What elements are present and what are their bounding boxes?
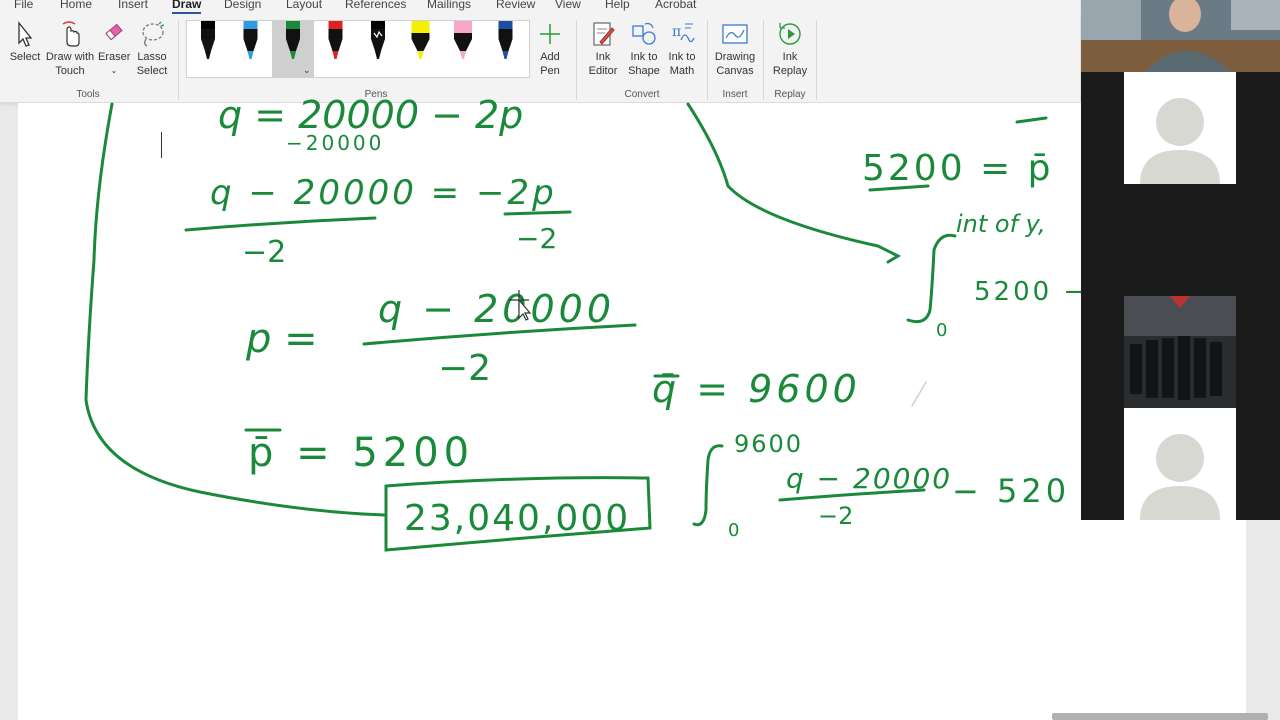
participant-avatar-tile-1[interactable] <box>1124 72 1236 184</box>
ink-eq-3-num: q − 20000 <box>378 287 615 331</box>
ink-text: q = 20000 − 2p −20000 q − 20000 = −2p −2… <box>210 93 1088 541</box>
avatar-head-icon <box>1156 98 1204 146</box>
integral-sign-2 <box>692 444 724 527</box>
ink-eq-2: q − 20000 = −2p <box>210 173 557 213</box>
ink-int2-lower: 0 <box>728 520 739 541</box>
ink-eq-1b: −20000 <box>286 131 384 155</box>
faint-slash <box>911 381 927 407</box>
avatar-head-icon <box>1156 434 1204 482</box>
horizontal-scrollbar[interactable] <box>1052 713 1268 720</box>
ink-eq-3-den: −2 <box>438 348 491 389</box>
ink-eq-4: p̄ = 5200 <box>248 430 474 476</box>
ink-q-bar: q̄ = 9600 <box>652 367 861 411</box>
window-edge <box>1246 520 1280 720</box>
integral-sign-1 <box>906 233 957 324</box>
ink-int2-den: −2 <box>818 502 853 530</box>
ink-int2-num: q − 20000 <box>786 462 952 495</box>
ink-int-lower: 0 <box>936 320 947 341</box>
ink-right-1: 5200 = p̄ <box>862 148 1054 189</box>
participant-video-tile[interactable] <box>1124 296 1236 408</box>
ink-int-upper: int of y, <box>956 210 1046 238</box>
ink-eq-3: p = <box>245 316 318 362</box>
ink-boxed-answer: 23,040,000 <box>404 498 630 539</box>
ink-right-2: 5200 − <box>974 277 1088 307</box>
ink-eq-2-den2: −2 <box>516 222 557 255</box>
ink-int2-tail: − 520 <box>952 472 1070 510</box>
presenter-video[interactable] <box>1081 0 1280 72</box>
fraction-bar-1 <box>184 216 377 232</box>
p-bar-2 <box>1015 116 1048 124</box>
ink-eq-2-den: −2 <box>242 235 286 270</box>
participant-avatar-tile-2[interactable] <box>1124 408 1236 520</box>
ink-int2-upper: 9600 <box>734 430 803 458</box>
